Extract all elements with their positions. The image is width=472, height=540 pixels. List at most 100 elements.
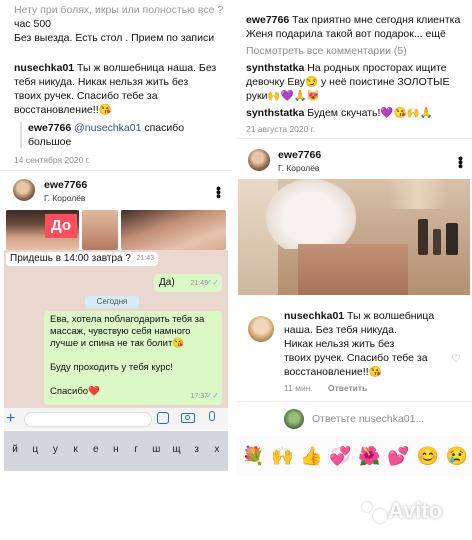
camera-icon[interactable] bbox=[181, 413, 195, 423]
post-author[interactable]: ewe7766 bbox=[278, 149, 321, 163]
divider bbox=[236, 401, 472, 402]
emoji-crying-face[interactable]: 😢 bbox=[446, 446, 468, 466]
key[interactable]: г bbox=[127, 444, 145, 455]
comment-text-line: Ты ж волшебница bbox=[347, 310, 435, 322]
comment-text-line: восстановление!!😘 bbox=[284, 366, 382, 378]
message-input[interactable] bbox=[24, 412, 152, 427]
comment-nusechka: nusechka01 Ты ж волшебница наша. Без bbox=[14, 62, 229, 76]
comment-time: 11 мин. bbox=[284, 383, 313, 393]
comment-text-line: Никак нельзя жить без bbox=[284, 338, 395, 350]
post-location[interactable]: Г. Королёв bbox=[278, 163, 319, 173]
top-comment-line3: Без выезда. Есть стол . Прием по записи bbox=[14, 32, 215, 44]
key[interactable]: й bbox=[6, 444, 24, 455]
key[interactable]: з bbox=[188, 444, 206, 455]
comment-author[interactable]: synthstatka bbox=[246, 107, 304, 119]
divider bbox=[236, 138, 472, 139]
comment-text-line: наша. Без тебя никуда. bbox=[284, 324, 397, 336]
top-comment-line2: час 500 bbox=[14, 18, 51, 30]
chat-message-outgoing: Да) 21:49 ✓✓ bbox=[154, 274, 222, 292]
emoji-bouquet[interactable]: 💐 bbox=[242, 446, 264, 466]
microphone-icon[interactable] bbox=[209, 411, 215, 421]
message-line: Ева, хотела поблагодарить тебя за bbox=[50, 314, 205, 325]
comment-text-line: девочку Еву😏 у неё поистине ЗОЛОТЫЕ bbox=[246, 76, 450, 88]
post-location[interactable]: Г. Королёв bbox=[44, 193, 85, 203]
emoji-smiling-face[interactable]: 😊 bbox=[416, 446, 438, 466]
comment-author[interactable]: nusechka01 bbox=[284, 310, 344, 322]
before-label: До bbox=[45, 214, 77, 238]
key[interactable]: у bbox=[46, 444, 64, 455]
message-line: Спасибо❤️ bbox=[50, 386, 100, 397]
comment-text-line: На родных просторах ищите bbox=[307, 62, 447, 74]
divider bbox=[0, 170, 232, 171]
comment-author[interactable]: synthstatka bbox=[246, 62, 304, 74]
message-line: лучше и спина не так болит😘 bbox=[50, 338, 185, 349]
date-badge: Сегодня bbox=[85, 296, 139, 308]
message-text: Да) bbox=[159, 277, 175, 288]
before-photo-3[interactable] bbox=[121, 210, 226, 250]
emoji-thumbs-up[interactable]: 👍 bbox=[300, 446, 322, 466]
chat-message-outgoing-long: Ева, хотела поблагодарить тебя за массаж… bbox=[44, 311, 222, 405]
key[interactable]: к bbox=[67, 444, 85, 455]
post-date: 14 сентября 2020 г. bbox=[14, 155, 91, 165]
comment-text: Будем скучать!💜😘🙌🙏 bbox=[307, 107, 433, 119]
message-line: массаж, чувствую себя намного bbox=[50, 326, 191, 337]
mention-link[interactable]: @nusechka01 bbox=[74, 122, 141, 134]
post-photo[interactable] bbox=[238, 179, 470, 295]
more-options-icon[interactable]: ••• bbox=[453, 156, 469, 168]
reply-thread-line bbox=[20, 122, 22, 148]
comment-ewe: ewe7766 Так приятно мне сегодня клиентка bbox=[246, 14, 470, 28]
key[interactable]: е bbox=[87, 444, 105, 455]
emoji-row: 💐 🙌 👍 💞 🌺 💕 😊 😢 bbox=[242, 446, 468, 466]
right-screenshot: ewe7766 Так приятно мне сегодня клиентка… bbox=[236, 0, 472, 540]
watermark-text: Avito bbox=[388, 498, 443, 523]
comment-author[interactable]: ewe7766 bbox=[246, 14, 289, 26]
comment-text-line: твоих ручек. Спасибо тебе за bbox=[284, 352, 428, 364]
comment-nusechka: nusechka01 Ты ж волшебница bbox=[284, 310, 470, 324]
avito-watermark: Avito bbox=[362, 498, 462, 528]
reply-input[interactable]: Ответьте nusechka01... bbox=[312, 413, 424, 427]
message-time: 21:43 bbox=[136, 255, 154, 262]
chat-message-incoming: Придешь в 14:00 завтра ? 21:43 bbox=[6, 252, 158, 266]
comment-text-line: Женя подарила такой вот подарок... ещё bbox=[246, 28, 446, 40]
avatar[interactable] bbox=[248, 149, 270, 171]
post-date: 21 августа 2020 г. bbox=[246, 124, 316, 134]
more-options-icon[interactable]: ••• bbox=[211, 186, 227, 198]
sticker-icon[interactable] bbox=[157, 412, 169, 424]
comment-ewe-reply: ewe7766 @nusechka01 спасибо bbox=[28, 122, 228, 136]
left-screenshot: Нету при болях, икры или полностью все ?… bbox=[0, 0, 232, 540]
avatar[interactable] bbox=[13, 179, 35, 201]
comment-synthstatka-2: synthstatka Будем скучать!💜😘🙌🙏 bbox=[246, 107, 470, 121]
comment-text-line: Ты ж волшебница наша. Без bbox=[77, 62, 217, 74]
plus-icon[interactable]: + bbox=[6, 410, 15, 428]
comment-author[interactable]: nusechka01 bbox=[14, 62, 74, 74]
emoji-raised-hands[interactable]: 🙌 bbox=[271, 446, 293, 466]
comment-text-line: твоих ручек. Спасибо тебе за bbox=[14, 90, 158, 102]
reply-link[interactable]: Ответить bbox=[328, 383, 367, 393]
emoji-two-hearts[interactable]: 💕 bbox=[387, 446, 409, 466]
comment-text-line: руки🙌💜🙏😻 bbox=[246, 90, 320, 102]
read-checkmarks-icon: ✓✓ bbox=[205, 278, 219, 287]
key[interactable]: щ bbox=[168, 444, 186, 455]
key[interactable]: х bbox=[208, 444, 226, 455]
key[interactable]: н bbox=[107, 444, 125, 455]
keyboard-row: й ц у к е н г ш щ з х bbox=[6, 444, 226, 455]
comment-author[interactable]: ewe7766 bbox=[28, 122, 71, 134]
top-comment-line1: Нету при болях, икры или полностью все ? bbox=[14, 4, 224, 16]
emoji-hibiscus[interactable]: 🌺 bbox=[358, 446, 380, 466]
comment-synthstatka: synthstatka На родных просторах ищите bbox=[246, 62, 470, 76]
post-author[interactable]: ewe7766 bbox=[44, 179, 87, 193]
comment-text-line: тебя никуда. Никак нельзя жить без bbox=[14, 76, 189, 88]
message-text: Придешь в 14:00 завтра ? bbox=[10, 253, 131, 264]
emoji-revolving-hearts[interactable]: 💞 bbox=[329, 446, 351, 466]
view-all-comments-link[interactable]: Посмотреть все комментарии (5) bbox=[246, 45, 407, 59]
reply-text: большое bbox=[28, 136, 72, 148]
avatar bbox=[284, 409, 304, 429]
like-heart-icon[interactable]: ♡ bbox=[451, 352, 461, 365]
avatar[interactable] bbox=[248, 316, 274, 342]
key[interactable]: ш bbox=[147, 444, 165, 455]
key[interactable]: ц bbox=[26, 444, 44, 455]
comment-text-line: восстановление!!😘 bbox=[14, 104, 112, 116]
reply-text: спасибо bbox=[144, 122, 185, 134]
before-photo-2[interactable] bbox=[82, 210, 118, 250]
comment-text-line: Так приятно мне сегодня клиентка bbox=[292, 14, 461, 26]
